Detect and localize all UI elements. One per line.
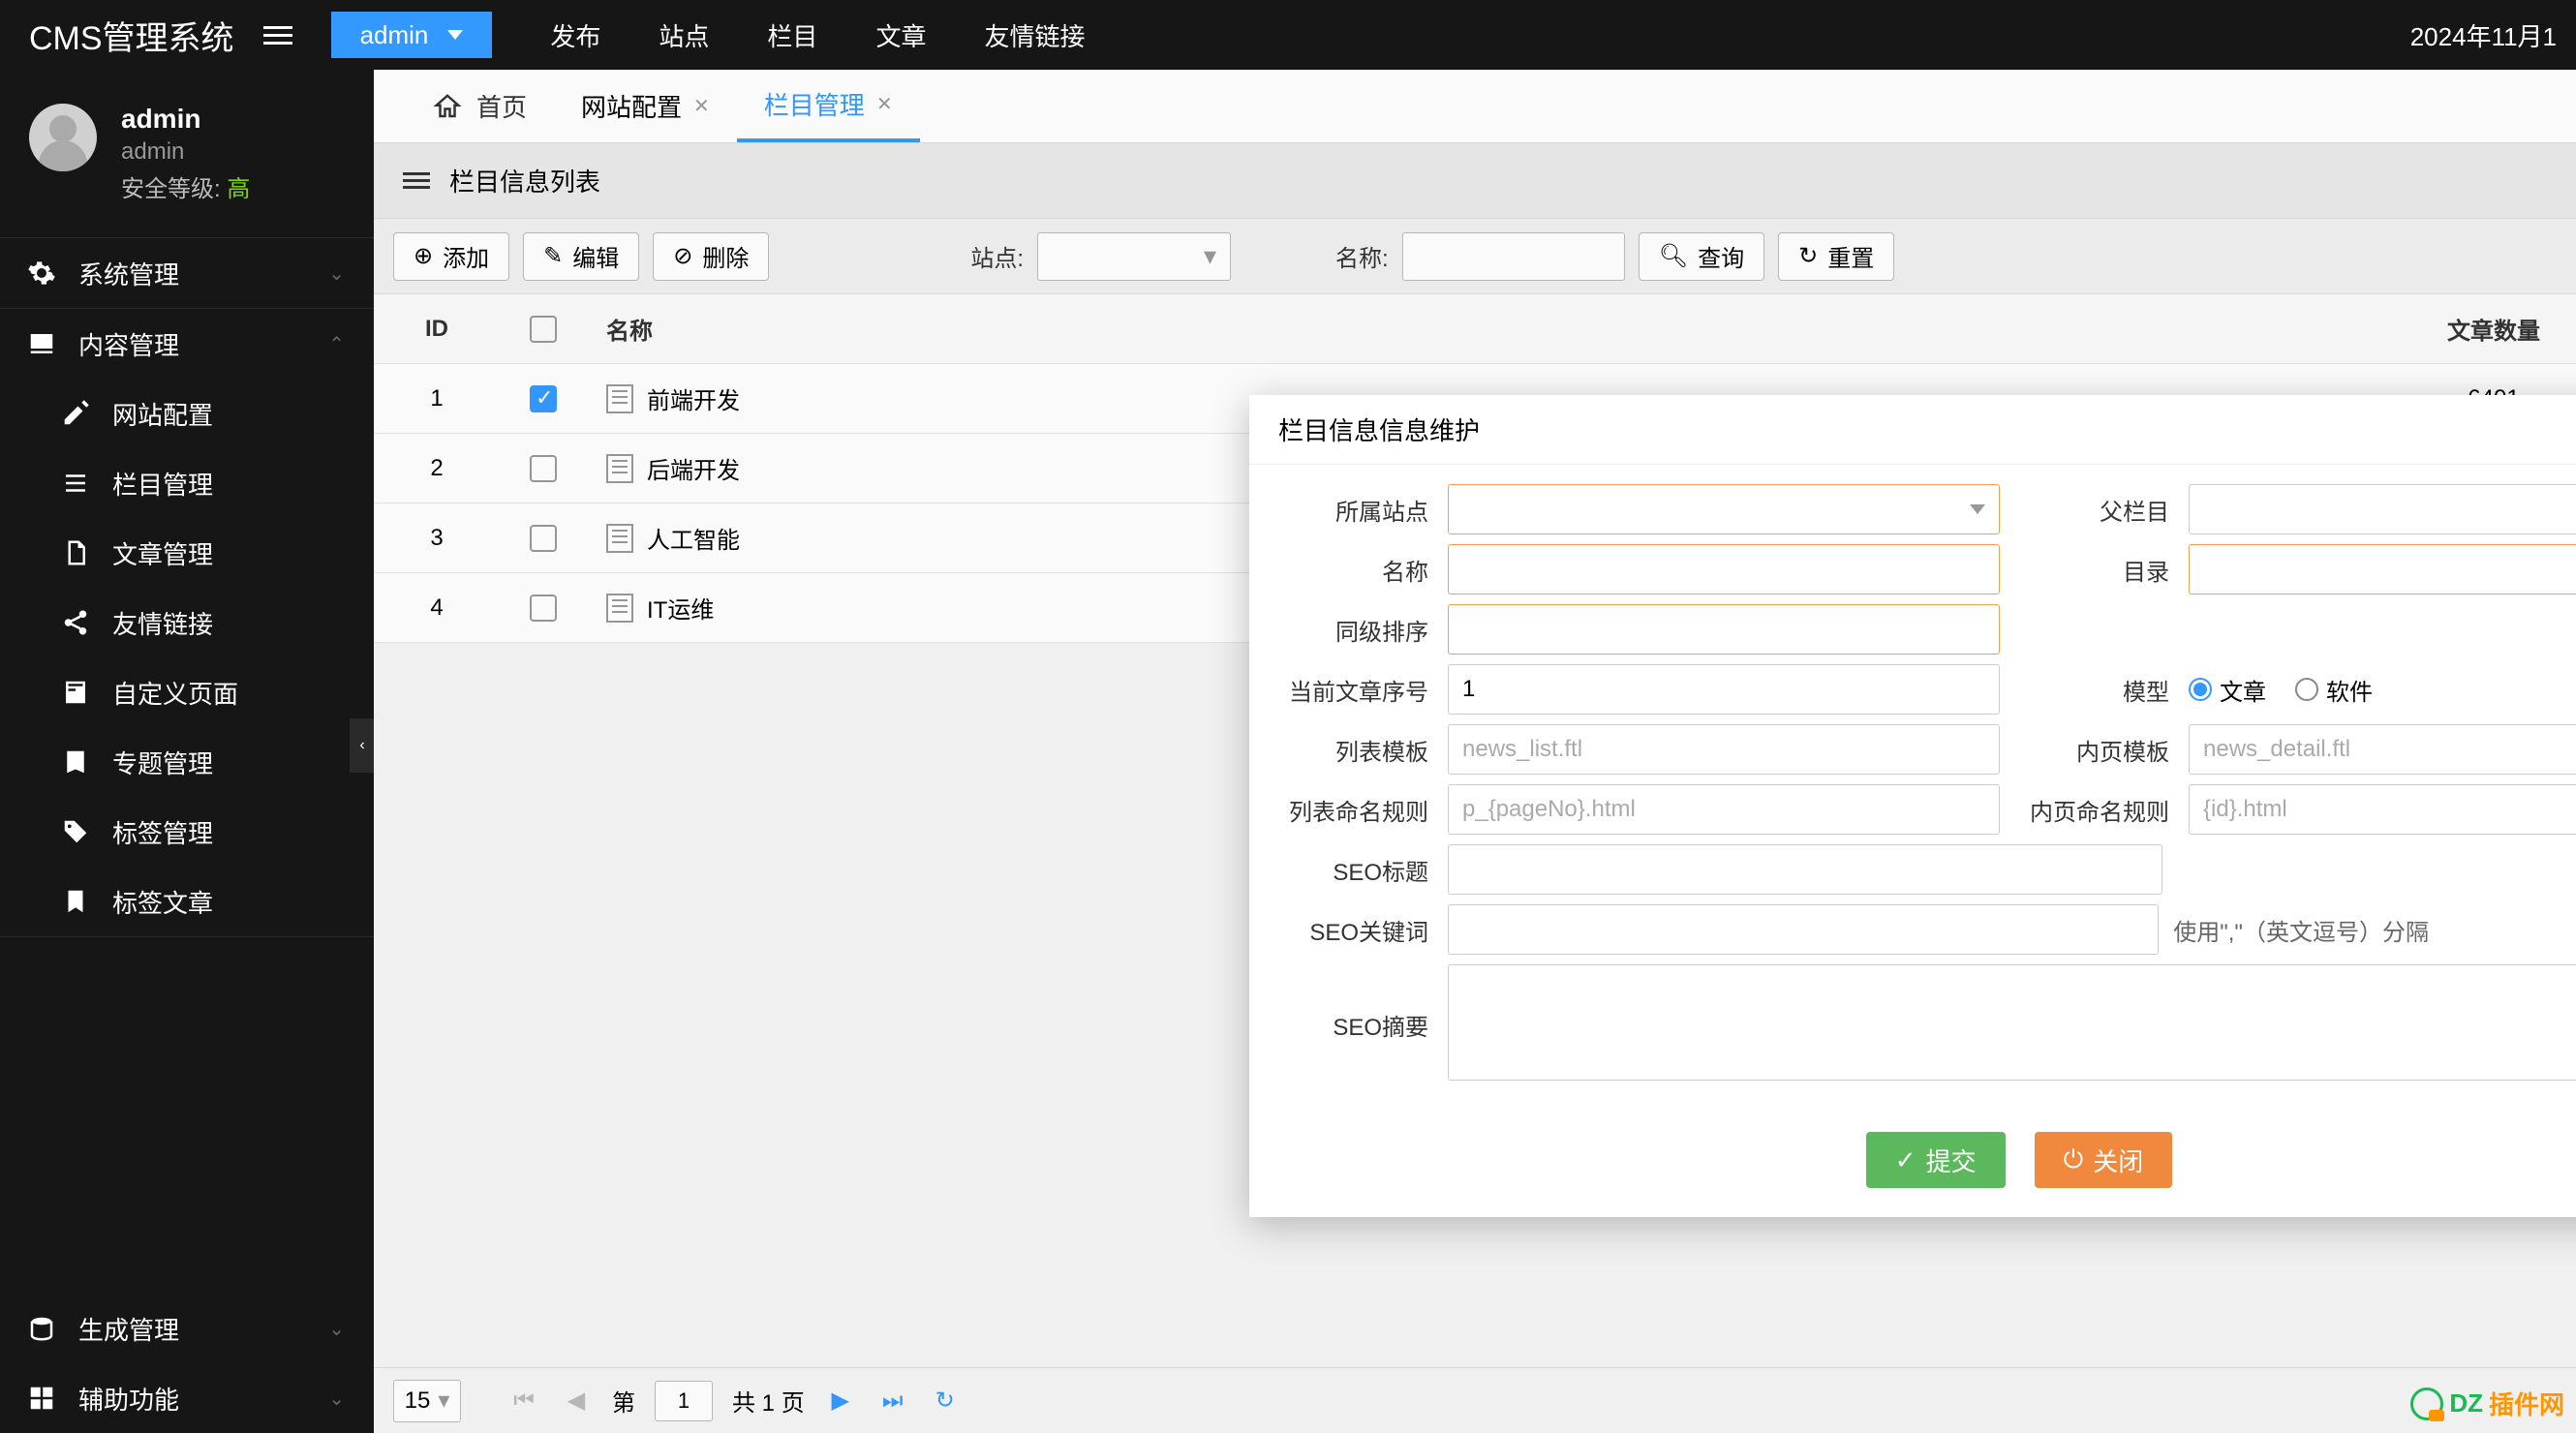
power-icon: ⏻	[2064, 1144, 2084, 1175]
chevron-down-icon	[447, 30, 463, 40]
sidebar-item-site-config[interactable]: 网站配置	[0, 379, 374, 448]
modal-title: 栏目信息信息维护	[1278, 412, 1480, 447]
security-level: 安全等级: 高	[121, 169, 250, 203]
user-dropdown[interactable]: admin	[331, 12, 493, 58]
grid-icon	[24, 1381, 59, 1416]
chevron-down-icon: ⌄	[328, 261, 345, 286]
bookmark-icon	[58, 884, 93, 919]
parent-select[interactable]	[2189, 484, 2576, 534]
chevron-down-icon	[1970, 504, 1985, 514]
label-detail-rule: 内页命名规则	[2019, 793, 2189, 827]
tag-icon	[58, 814, 93, 849]
chevron-down-icon: ⌄	[328, 1317, 345, 1341]
label-list-tpl: 列表模板	[1278, 733, 1448, 767]
page-icon	[58, 675, 93, 710]
dir-input[interactable]	[2189, 544, 2576, 595]
sidebar-item-column[interactable]: 栏目管理	[0, 448, 374, 518]
site-select[interactable]	[1448, 484, 2000, 534]
label-list-rule: 列表命名规则	[1278, 793, 1448, 827]
brand: CMS管理系统	[0, 12, 254, 59]
nav-assist[interactable]: 辅助功能 ⌄	[0, 1363, 374, 1433]
detail-rule-input[interactable]	[2189, 784, 2576, 835]
top-nav: 发布 站点 栏目 文章 友情链接	[550, 17, 1085, 53]
gear-icon	[24, 256, 59, 290]
nav-publish[interactable]: 发布	[550, 17, 600, 53]
label-detail-tpl: 内页模板	[2019, 733, 2189, 767]
header-date: 2024年11月1	[2410, 17, 2557, 53]
hamburger-icon[interactable]	[254, 16, 302, 54]
list-rule-input[interactable]	[1448, 784, 2000, 835]
modal-header: 栏目信息信息维护 ×	[1249, 395, 2576, 465]
nav-links[interactable]: 友情链接	[984, 17, 1085, 53]
kw-hint: 使用","（英文逗号）分隔	[2173, 913, 2429, 947]
label-model: 模型	[2019, 673, 2189, 707]
label-seo-desc: SEO摘要	[1278, 1008, 1448, 1042]
monitor-icon	[24, 326, 59, 361]
modal: 栏目信息信息维护 × 所属站点 父栏目 名称 目录 同级排序 当前文章序号 模型…	[1249, 395, 2576, 1217]
share-icon	[58, 605, 93, 640]
nav-content[interactable]: 内容管理 ⌃	[0, 309, 374, 379]
nav-column[interactable]: 栏目	[767, 17, 817, 53]
edit-icon	[58, 396, 93, 431]
nav-article[interactable]: 文章	[875, 17, 926, 53]
radio-software[interactable]: 软件	[2295, 673, 2373, 707]
chevron-left-icon: ‹	[359, 737, 364, 754]
main: 首页 网站配置 ✕ 栏目管理 ✕ 栏目信息列表 ⊕添加 ✎编辑 ⊘删除 站点: …	[374, 70, 2576, 1433]
user-block: admin admin 安全等级: 高	[0, 70, 374, 238]
list-tpl-input[interactable]	[1448, 724, 2000, 775]
order-input[interactable]	[1448, 604, 2000, 655]
nav-site[interactable]: 站点	[659, 17, 709, 53]
watermark: DZ插件网	[2410, 1386, 2564, 1421]
avatar	[29, 104, 97, 171]
seo-kw-input[interactable]	[1448, 904, 2159, 955]
label-seo-title: SEO标题	[1278, 853, 1448, 887]
detail-tpl-input[interactable]	[2189, 724, 2576, 775]
chevron-down-icon: ⌄	[328, 1387, 345, 1411]
header: CMS管理系统 admin 发布 站点 栏目 文章 友情链接 2024年11月1	[0, 0, 2576, 70]
user-label: admin	[360, 20, 429, 50]
seo-title-input[interactable]	[1448, 844, 2162, 895]
sidebar-item-links[interactable]: 友情链接	[0, 588, 374, 657]
user-role: admin	[121, 138, 250, 166]
label-parent: 父栏目	[2019, 493, 2189, 527]
chevron-up-icon: ⌃	[328, 332, 345, 356]
user-name: admin	[121, 104, 250, 135]
radio-article[interactable]: 文章	[2189, 673, 2266, 707]
submit-button[interactable]: ✓提交	[1866, 1132, 2006, 1188]
check-icon: ✓	[1895, 1145, 1917, 1175]
seo-desc-input[interactable]	[1448, 964, 2576, 1081]
list-icon	[58, 466, 93, 501]
document-icon	[58, 535, 93, 570]
sidebar-item-topic[interactable]: 专题管理	[0, 727, 374, 797]
label-seq: 当前文章序号	[1278, 673, 1448, 707]
label-dir: 目录	[2019, 553, 2189, 587]
sidebar-collapse[interactable]: ‹	[350, 718, 375, 773]
label-order: 同级排序	[1278, 613, 1448, 647]
seq-input[interactable]	[1448, 664, 2000, 715]
label-seo-kw: SEO关键词	[1278, 913, 1448, 947]
sidebar: admin admin 安全等级: 高 系统管理 ⌄ 内容管理 ⌃ 网站配置	[0, 70, 374, 1433]
nav-generate[interactable]: 生成管理 ⌄	[0, 1294, 374, 1363]
label-name: 名称	[1278, 553, 1448, 587]
sidebar-item-article[interactable]: 文章管理	[0, 518, 374, 588]
close-button[interactable]: ⏻关闭	[2035, 1132, 2173, 1188]
logo-icon	[2410, 1387, 2443, 1420]
database-icon	[24, 1311, 59, 1346]
label-site: 所属站点	[1278, 493, 1448, 527]
nav-system[interactable]: 系统管理 ⌄	[0, 238, 374, 308]
sidebar-item-custom-page[interactable]: 自定义页面	[0, 657, 374, 727]
name-input[interactable]	[1448, 544, 2000, 595]
book-icon	[58, 745, 93, 779]
sidebar-item-tag-article[interactable]: 标签文章	[0, 867, 374, 936]
sidebar-item-tags[interactable]: 标签管理	[0, 797, 374, 867]
